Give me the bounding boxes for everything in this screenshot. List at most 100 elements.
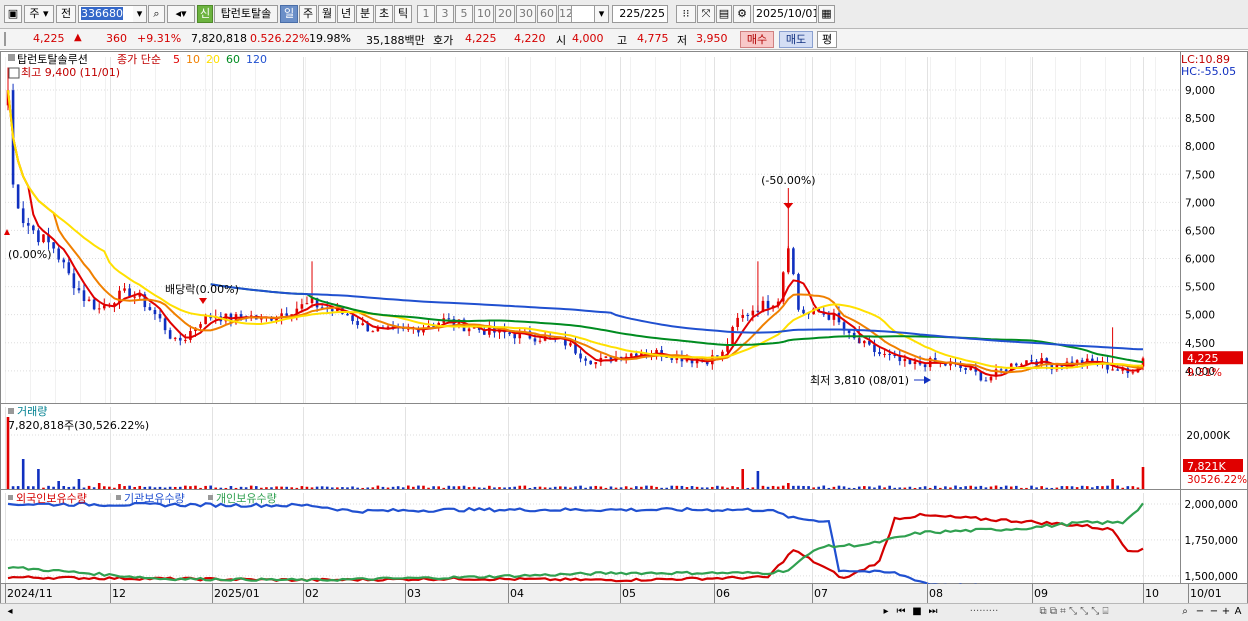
sell-button[interactable]: 매도 [779,31,813,48]
layout-icon[interactable]: ▣ [4,5,22,23]
volume-bar [229,486,233,489]
fast-forward-icon[interactable]: ⏭ [926,605,940,619]
volume-bar [123,486,126,489]
candle-body [97,308,101,310]
candle-body [1111,369,1114,371]
period-button-3[interactable]: 년 [337,5,355,23]
volume-bar [1004,485,1008,489]
volume-bar [214,487,218,489]
volume-bar [1126,486,1130,489]
avg-button[interactable]: 평 [817,31,837,48]
period-button-5[interactable]: 초 [375,5,393,23]
font-size-icon[interactable]: A [1232,605,1244,619]
volume-bar [538,486,542,489]
stop-icon[interactable]: ■ [910,605,924,619]
minute-step-3[interactable]: 3 [436,5,454,23]
candle-body [386,326,390,328]
volume-bar [11,486,15,489]
code-dropdown-icon[interactable]: ▾ [133,5,147,23]
new-badge[interactable]: 신 [197,5,213,23]
search-icon[interactable]: ⌕ [148,5,165,23]
minute-step-5[interactable]: 5 [455,5,473,23]
scroll-left-icon[interactable]: ◂ [4,605,16,619]
period-button-4[interactable]: 분 [356,5,374,23]
volume-bar [736,487,739,489]
volume-bar [351,486,354,489]
volume-bar [994,485,998,489]
ma-legend-60: 60 [226,53,240,66]
volume-bar [700,487,704,489]
minute-step-20[interactable]: 20 [495,5,515,23]
volume-bar [1111,479,1114,489]
period-button-0[interactable]: 일 [280,5,298,23]
calendar-icon[interactable]: ▦ [818,5,835,23]
grid-icon[interactable]: ⁝⁝ [676,5,696,23]
x-label: 02 [305,587,319,600]
zoom-icon[interactable]: ⌕ [1178,605,1192,619]
volume-bar [650,485,653,489]
period-button-6[interactable]: 틱 [394,5,412,23]
volume-bar [113,487,116,489]
candle-body [792,248,795,275]
scroll-right-icon[interactable]: ▸ [880,605,892,619]
volume-bar [52,486,55,489]
volume-bar [1085,486,1089,489]
period-select-value: 주 [29,7,40,20]
change-percent: +9.31% [137,32,182,45]
date-field[interactable]: 2025/10/01 [753,5,817,23]
open-price: 4,000 [572,32,604,45]
volume-bar [488,485,491,489]
x-label: 09 [1034,587,1048,600]
period-select[interactable]: 주 ▾ [24,5,54,23]
volume-bar [16,486,20,489]
minute-step-10[interactable]: 10 [474,5,494,23]
x-label: 05 [622,587,636,600]
drawing-tools-icon[interactable]: ⧉ ⧉ ⌗ ⤡ ⤡ ⤡ ⌸ [1024,605,1124,619]
blank-dropdown-icon[interactable]: ▾ [594,5,609,23]
prev-button[interactable]: 전 [56,5,76,23]
x-label: 2025/01 [214,587,260,600]
settings-icon[interactable]: ⚙ [733,5,751,23]
zoom-out-icon[interactable]: − [1194,605,1206,619]
crosshair-icon[interactable]: ⤧ [697,5,715,23]
candle-body [82,290,86,301]
candle-body [26,223,30,226]
volume-bar [1015,485,1018,489]
candle-body [999,369,1003,371]
price-y-tick: 9,000 [1185,85,1215,97]
minute-step-1[interactable]: 1 [417,5,435,23]
volume-bar [1025,487,1028,489]
volume-bar [979,485,983,489]
speaker-icon[interactable]: ◂▾ [167,5,195,23]
volume-bar [903,487,907,489]
volume-bar [1045,487,1049,489]
buy-button[interactable]: 매수 [740,31,774,48]
stock-chart[interactable]: 9,000 8,500 8,000 7,500 7,000 6,500 6,000 5,500… [0,51,1248,604]
volume-bar [128,485,131,489]
minimize-icon[interactable]: − [1208,605,1220,619]
minute-step-30[interactable]: 30 [516,5,536,23]
period-button-2[interactable]: 월 [318,5,336,23]
volume-bar [1080,485,1084,489]
x-label: 06 [716,587,730,600]
rewind-icon[interactable]: ⏮ [894,605,908,619]
save-icon[interactable]: ▤ [716,5,732,23]
count-field[interactable]: 225/225 [612,5,668,23]
volume-bar [604,487,608,489]
volume-bar [108,486,111,489]
low-annotation: 최저 3,810 (08/01) [810,374,909,387]
volume-bar [477,487,481,489]
volume-bar [92,487,96,489]
volume-bar [153,487,157,489]
ask-price: 4,225 [465,32,497,45]
zoom-in-icon[interactable]: + [1220,605,1232,619]
volume-bar [361,487,364,489]
minute-step-60[interactable]: 60 [537,5,557,23]
volume-bar [913,487,917,489]
volume-bar [868,486,871,489]
stock-name[interactable]: 탑런토탈솔 [214,5,278,23]
candle-body [123,288,126,291]
period-button-1[interactable]: 주 [299,5,317,23]
zoom-slider[interactable]: ········· [948,605,1020,619]
volume-bar [432,486,435,489]
